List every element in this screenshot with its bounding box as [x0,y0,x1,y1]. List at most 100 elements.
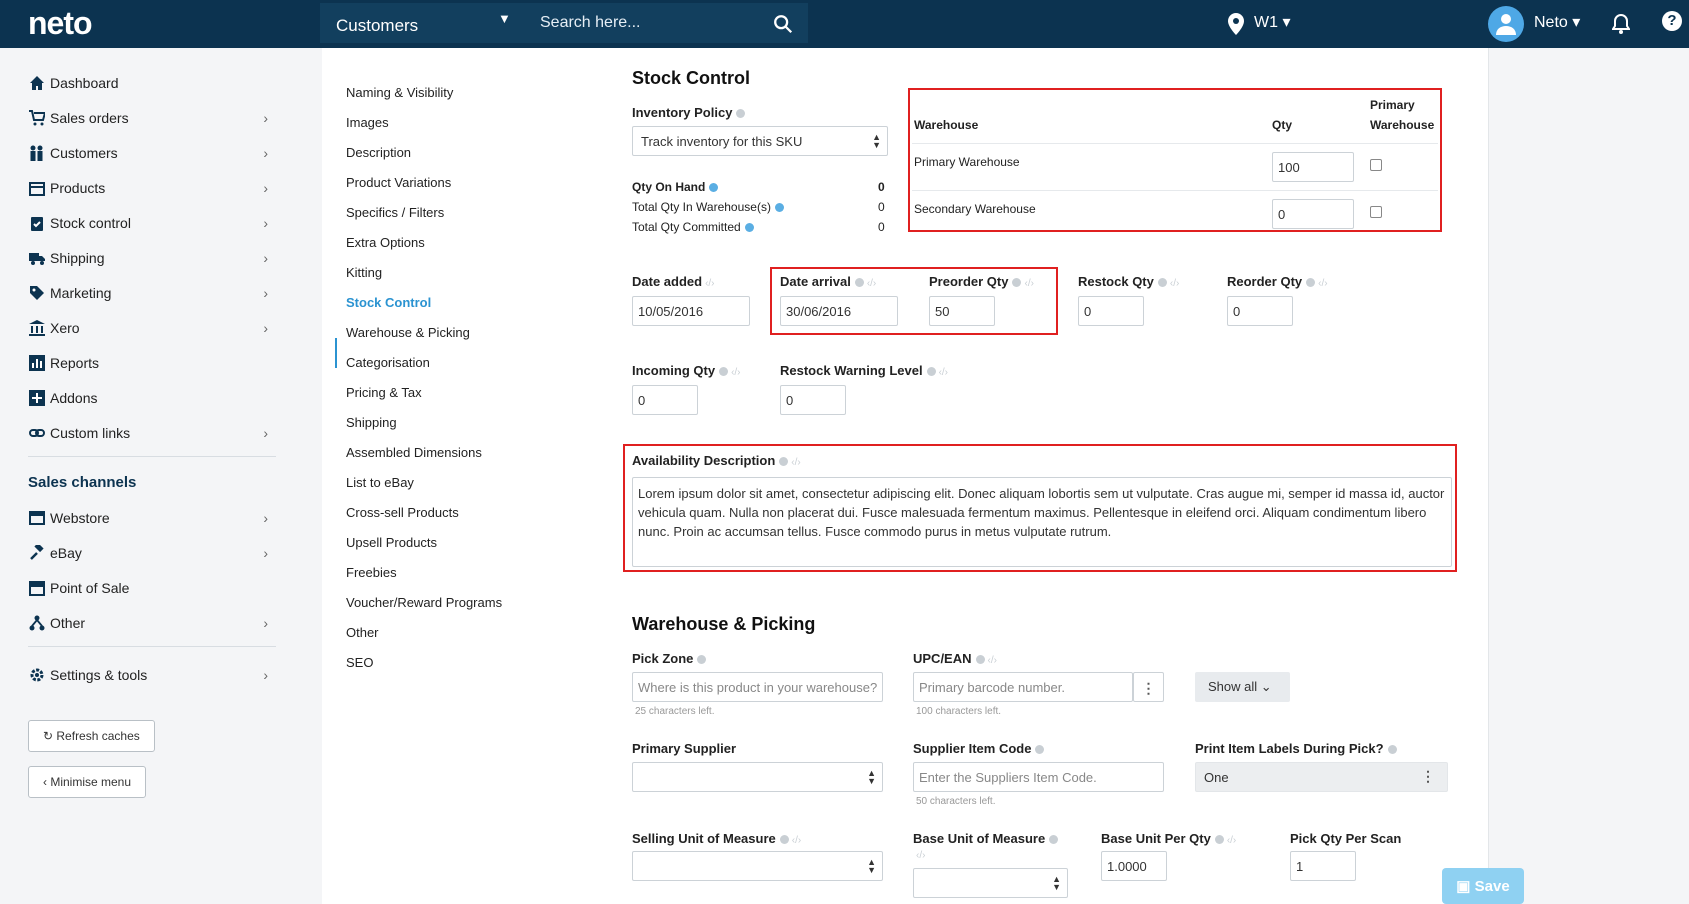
reorder-qty-input[interactable] [1227,296,1293,326]
user-menu[interactable]: Neto ▾ [1534,12,1580,32]
print-item-labels-select[interactable]: One ⋮ [1195,762,1448,792]
date-arrival-input[interactable] [780,296,898,326]
section-nav-item[interactable]: Specifics / Filters [346,205,444,220]
section-nav-item-active[interactable]: Stock Control [346,295,431,310]
clipboard-icon [28,214,46,232]
info-icon [1306,278,1316,288]
info-icon [1012,278,1022,288]
total-in-warehouse-value: 0 [878,200,885,214]
code-icon: ‹/› [1226,835,1237,846]
neto-logo[interactable]: neto [28,5,93,42]
avatar[interactable] [1488,6,1524,42]
sidebar-item-products[interactable]: Products › [28,176,278,200]
pick-qty-per-scan-input[interactable] [1290,851,1356,881]
search-input[interactable] [540,3,760,43]
search-scope-select[interactable]: Customers [336,16,418,36]
section-nav-item[interactable]: Assembled Dimensions [346,445,482,460]
date-added-input[interactable] [632,296,750,326]
sidebar-item-ebay[interactable]: eBay › [28,541,278,565]
sidebar-item-webstore[interactable]: Webstore › [28,506,278,530]
section-nav-item[interactable]: Voucher/Reward Programs [346,595,502,610]
inventory-policy-select[interactable]: Track inventory for this SKU ▲ ▼ [632,126,888,156]
warehouse-qty-input[interactable] [1272,199,1354,229]
sidebar-item-label: Reports [50,355,100,371]
sidebar-item-dashboard[interactable]: Dashboard [28,71,278,95]
restock-warning-input[interactable] [780,385,846,415]
section-nav-item[interactable]: List to eBay [346,475,414,490]
date-arrival-label: Date arrival ‹/› [780,274,877,289]
search-bar: Customers ▼ [320,3,808,43]
info-icon [1387,745,1397,755]
sidebar-item-shipping[interactable]: Shipping › [28,246,278,270]
section-nav-item[interactable]: Kitting [346,265,382,280]
upc-hint: 100 characters left. [916,706,1002,717]
info-icon [744,223,754,233]
sidebar-item-customers[interactable]: Customers › [28,141,278,165]
selling-uom-select[interactable]: ▲ ▼ [632,851,883,881]
sidebar-item-custom-links[interactable]: Custom links › [28,421,278,445]
supplier-item-code-input[interactable] [913,762,1164,792]
upc-ean-input[interactable] [913,672,1133,702]
section-nav-item[interactable]: Cross-sell Products [346,505,459,520]
sidebar-item-reports[interactable]: Reports [28,351,278,375]
section-nav-item[interactable]: Categorisation [346,355,430,370]
section-nav-item[interactable]: Pricing & Tax [346,385,422,400]
save-button[interactable]: ▣ Save [1442,868,1524,904]
kebab-icon: ⋮ [1421,768,1435,784]
primary-warehouse-checkbox[interactable] [1370,206,1382,218]
section-nav-item[interactable]: Product Variations [346,175,451,190]
primary-supplier-select[interactable]: ▲ ▼ [632,762,883,792]
caret-down-icon[interactable]: ▼ [498,11,511,26]
primary-warehouse-header-line2: Warehouse [1370,118,1435,132]
code-icon: ‹/› [791,457,801,468]
warehouse-qty-input[interactable] [1272,152,1354,182]
section-nav-item[interactable]: Images [346,115,389,130]
location-pin-icon[interactable] [1228,13,1244,35]
incoming-qty-input[interactable] [632,385,698,415]
active-indicator [335,338,337,368]
pick-zone-input[interactable] [632,672,883,702]
restock-qty-input[interactable] [1078,296,1144,326]
bell-icon[interactable] [1612,14,1630,34]
sidebar-item-label: Webstore [50,510,110,526]
primary-warehouse-checkbox[interactable] [1370,159,1382,171]
base-unit-per-qty-input[interactable] [1101,851,1167,881]
preorder-qty-input[interactable] [929,296,995,326]
preorder-qty-label: Preorder Qty ‹/› [929,274,1034,289]
section-nav-item[interactable]: SEO [346,655,373,670]
user-icon [1496,14,1516,35]
refresh-caches-button[interactable]: ↻ Refresh caches [28,720,155,752]
section-nav-item[interactable]: Extra Options [346,235,425,250]
supplier-item-code-label: Supplier Item Code [913,741,1045,756]
sidebar-item-stock-control[interactable]: Stock control › [28,211,278,235]
sidebar-item-xero[interactable]: Xero › [28,316,278,340]
section-nav-item[interactable]: Other [346,625,379,640]
sidebar-item-marketing[interactable]: Marketing › [28,281,278,305]
sidebar-item-sales-orders[interactable]: Sales orders › [28,106,278,130]
chevron-down-icon: ⌄ [1260,679,1272,694]
section-nav-item[interactable]: Description [346,145,411,160]
help-icon[interactable]: ? [1662,11,1682,31]
home-icon [28,74,46,92]
section-nav-item[interactable]: Warehouse & Picking [346,325,470,340]
show-all-button[interactable]: Show all ⌄ [1195,672,1290,702]
section-nav-item[interactable]: Shipping [346,415,397,430]
base-uom-select[interactable]: ▲ ▼ [913,868,1068,898]
availability-description-textarea[interactable]: Lorem ipsum dolor sit amet, consectetur … [632,477,1452,567]
search-icon[interactable] [772,13,794,35]
sidebar-item-label: Dashboard [50,75,119,91]
section-nav-item[interactable]: Upsell Products [346,535,437,550]
sidebar-item-settings[interactable]: Settings & tools › [28,663,278,687]
location-selector[interactable]: W1 ▾ [1254,12,1290,32]
sidebar-item-point-of-sale[interactable]: Point of Sale [28,576,278,600]
section-nav-item[interactable]: Freebies [346,565,397,580]
info-icon [709,183,719,193]
sidebar-item-addons[interactable]: Addons [28,386,278,410]
upc-options-button[interactable]: ⋮ [1133,672,1164,702]
refresh-caches-label: Refresh caches [56,729,140,743]
sidebar: Dashboard Sales orders › Customers › Produ… [0,48,318,904]
minimise-menu-button[interactable]: ‹ Minimise menu [28,766,147,798]
section-nav-item[interactable]: Naming & Visibility [346,85,453,100]
sidebar-item-other[interactable]: Other › [28,611,278,635]
select-arrows-icon: ▲ ▼ [872,132,881,150]
